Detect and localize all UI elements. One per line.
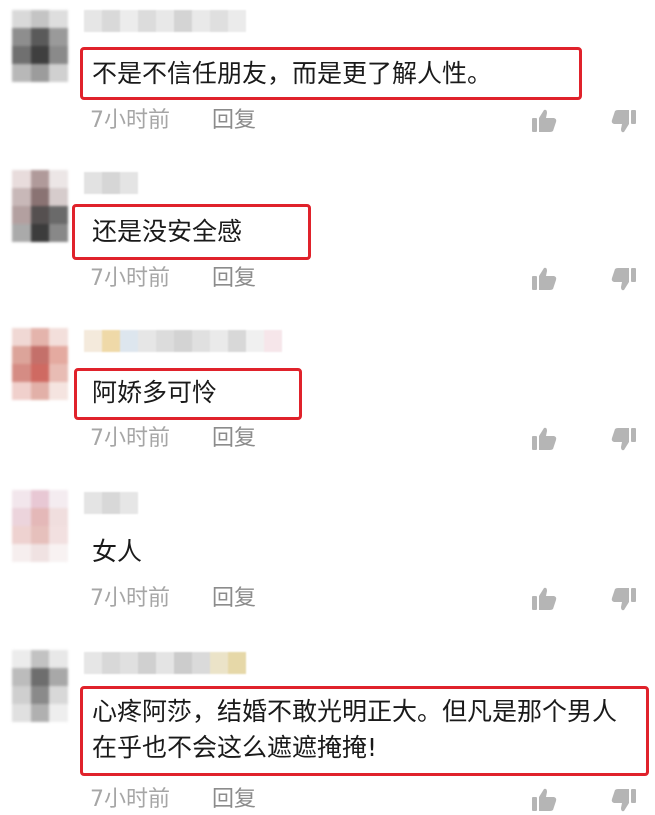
comment-text: 不是不信任朋友，而是更了解人性。 bbox=[92, 59, 493, 88]
comment-time: 7小时前 bbox=[90, 586, 170, 611]
reply-button[interactable]: 回复 bbox=[212, 785, 256, 815]
avatar[interactable] bbox=[12, 328, 68, 400]
comment-time: 7小时前 bbox=[90, 108, 170, 133]
thumbs-up-icon[interactable] bbox=[530, 786, 558, 814]
avatar[interactable] bbox=[12, 650, 68, 722]
comment-text: 心疼阿莎，结婚不敢光明正大。但凡是那个男人在乎也不会这么遮遮掩掩! bbox=[92, 697, 618, 762]
comment-text: 女人 bbox=[92, 537, 143, 566]
thumbs-down-icon[interactable] bbox=[610, 265, 638, 293]
comment-text: 阿娇多可怜 bbox=[92, 378, 218, 407]
avatar[interactable] bbox=[12, 170, 68, 242]
thumbs-up-icon[interactable] bbox=[530, 265, 558, 293]
thumbs-up-icon[interactable] bbox=[530, 425, 558, 453]
username[interactable] bbox=[84, 492, 138, 514]
comment-text: 还是没安全感 bbox=[92, 217, 243, 246]
reply-button[interactable]: 回复 bbox=[212, 584, 256, 614]
reply-button[interactable]: 回复 bbox=[212, 106, 256, 136]
comment-time: 7小时前 bbox=[90, 266, 170, 291]
thumbs-down-icon[interactable] bbox=[610, 425, 638, 453]
thumbs-down-icon[interactable] bbox=[610, 585, 638, 613]
reply-button[interactable]: 回复 bbox=[212, 264, 256, 294]
comment-time: 7小时前 bbox=[90, 426, 170, 451]
avatar[interactable] bbox=[12, 10, 68, 82]
thumbs-down-icon[interactable] bbox=[610, 786, 638, 814]
thumbs-up-icon[interactable] bbox=[530, 107, 558, 135]
username[interactable] bbox=[84, 10, 246, 32]
username[interactable] bbox=[84, 652, 246, 674]
username[interactable] bbox=[84, 172, 138, 194]
comment-time: 7小时前 bbox=[90, 787, 170, 812]
avatar[interactable] bbox=[12, 490, 68, 562]
username[interactable] bbox=[84, 330, 282, 352]
reply-button[interactable]: 回复 bbox=[212, 424, 256, 454]
thumbs-up-icon[interactable] bbox=[530, 585, 558, 613]
thumbs-down-icon[interactable] bbox=[610, 107, 638, 135]
